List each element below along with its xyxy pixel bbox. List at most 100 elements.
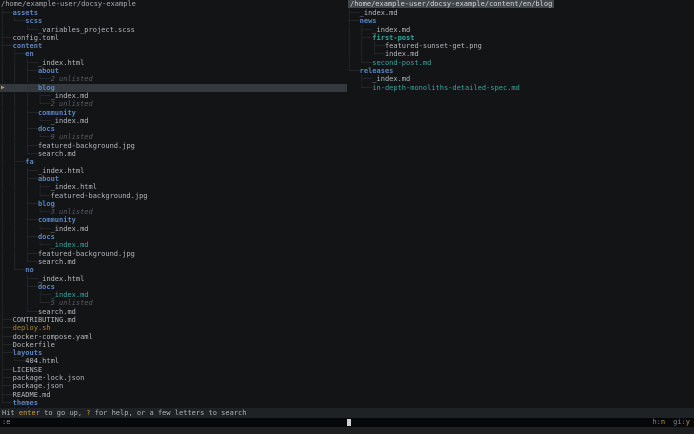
left-input-value: :e [2,418,10,426]
tree-branch-lines: │ │ ├── [0,125,38,133]
tree-row[interactable]: │ │ │ └──_index.md [0,241,347,249]
tree-branch-lines: │ │ │ ├── [0,92,51,100]
tree-row[interactable]: │ │ ├──blog [0,200,347,208]
tree-branch-lines: ├── [347,17,360,25]
tree-row[interactable]: │ │ ├──community [0,216,347,224]
right-panel: /home/example-user/docsy-example/content… [347,0,694,408]
file-name: deploy.sh [13,324,51,332]
tree-row[interactable]: │ │ └──index.md [347,50,694,58]
tree-row[interactable]: ├──README.md [0,391,347,399]
tree-branch-lines: │ ├── [0,283,38,291]
tree-row[interactable]: │ │ ├──_index.html [0,167,347,175]
tree-row[interactable]: ├──CONTRIBUTING.md [0,316,347,324]
tree-row[interactable]: │ │ │ └──2 unlisted [0,75,347,83]
tree-row[interactable]: │ └──404.html [0,357,347,365]
tree-row[interactable]: │ │ │ ├──_index.html [0,183,347,191]
tree-row[interactable]: │ ├──en [0,50,347,58]
tree-row[interactable]: ├──deploy.sh [0,324,347,332]
file-name: no [25,266,33,274]
tree-row[interactable]: │ ├──first-post [347,34,694,42]
unlisted-count: 2 unlisted [51,100,93,108]
file-name: _variables_project.scss [38,26,135,34]
tree-row[interactable]: ├──docker-compose.yaml [0,333,347,341]
file-name: featured-background.jpg [51,192,148,200]
tree-row-selected[interactable]: ▶│ │ ├──blog [0,84,347,92]
hint-suffix: for help, or a few letters to search [91,409,247,417]
file-name: _index.html [38,59,84,67]
tree-row[interactable]: │ ├──_index.html [0,275,347,283]
tree-row[interactable]: │ │ ├──featured-background.jpg [0,142,347,150]
tree-branch-lines: │ │ ├── [0,142,38,150]
selection-arrow-icon: ▶ [1,84,5,92]
tree-row[interactable]: │ │ ├──community [0,109,347,117]
file-name: CONTRIBUTING.md [13,316,76,324]
tree-row[interactable]: ├──LICENSE [0,366,347,374]
tree-row[interactable]: │ │ ├──about [0,175,347,183]
tree-row[interactable]: │ └──no [0,266,347,274]
tree-row[interactable]: │ │ │ └──_index.md [0,117,347,125]
tree-row[interactable]: ├──config.toml [0,34,347,42]
tree-branch-lines: │ └── [0,266,25,274]
tree-branch-lines: ├── [0,42,13,50]
tree-row[interactable]: │ └──second-post.md [347,59,694,67]
tree-row[interactable]: │ │ ├──_index.html [0,59,347,67]
gitignore-flag-label: gi: [673,418,686,426]
broot-window: /home/example-user/docsy-example ├──asse… [0,0,694,434]
tree-row[interactable]: │ └──scss [0,17,347,25]
tree-row[interactable]: │ ├──_index.md [347,26,694,34]
tree-branch-lines: │ │ ├── [0,233,38,241]
tree-row[interactable]: ├──news [347,17,694,25]
tree-row[interactable]: ├──content [0,42,347,50]
left-panel: /home/example-user/docsy-example ├──asse… [0,0,347,408]
tree-branch-lines: ├── [0,382,13,390]
tree-row[interactable]: ├──Dockerfile [0,341,347,349]
tree-branch-lines: │ │ ├── [0,291,51,299]
tree-row[interactable]: │ │ │ └──_index.md [0,225,347,233]
tree-branch-lines: ├── [0,366,13,374]
tree-branch-lines: │ │ ├── [0,84,38,92]
file-name: featured-background.jpg [38,142,135,150]
tree-row[interactable]: │ │ └──search.md [0,150,347,158]
tree-branch-lines: ├── [0,333,13,341]
file-name: 404.html [25,357,59,365]
tree-branch-lines: ├── [0,374,13,382]
tree-branch-lines: │ └── [0,308,38,316]
unlisted-count: 5 unlisted [51,299,93,307]
tree-row[interactable]: └──in-depth-monoliths-detailed-spec.md [347,84,694,92]
tree-branch-lines: │ │ │ └── [0,192,51,200]
tree-row[interactable]: │ │ ├──featured-background.jpg [0,250,347,258]
tree-row[interactable]: │ │ │ └──9 unlisted [0,133,347,141]
tree-row[interactable]: ├──assets [0,9,347,17]
tree-branch-lines: │ └── [0,357,25,365]
tree-branch-lines: ├── [0,391,13,399]
tree-row[interactable]: │ ├──fa [0,158,347,166]
tree-branch-lines: ├── [0,324,13,332]
file-name: package.json [13,382,64,390]
cursor-block [347,419,351,426]
tree-row[interactable]: ├──_index.md [347,75,694,83]
tree-row[interactable]: └──themes [0,399,347,407]
tree-branch-lines: │ │ └── [347,50,385,58]
hint-mid: to go up, [40,409,86,417]
tree-row[interactable]: ├──_index.md [347,9,694,17]
tree-branch-lines: │ │ ├── [0,109,38,117]
tree-row[interactable]: │ │ └──search.md [0,258,347,266]
tree-row[interactable]: │ │ └──5 unlisted [0,299,347,307]
tree-branch-lines: │ │ ├── [0,216,38,224]
left-panel-input[interactable]: :e [0,418,347,427]
file-name: search.md [38,150,76,158]
tree-row[interactable]: │ │ │ └──2 unlisted [0,100,347,108]
right-panel-input[interactable]: h:ngi:y [347,418,694,427]
file-name: _index.md [51,291,89,299]
file-name: _index.html [38,167,84,175]
tree-row[interactable]: │ ├──docs [0,283,347,291]
tree-branch-lines: ├── [0,341,13,349]
file-name: in-depth-monoliths-detailed-spec.md [372,84,520,92]
tree-row[interactable]: │ └──search.md [0,308,347,316]
tree-row[interactable]: ├──package.json [0,382,347,390]
tree-row[interactable]: │ │ │ └──featured-background.jpg [0,192,347,200]
right-panel-path: /home/example-user/docsy-example/content… [347,0,694,9]
tree-branch-lines: │ │ └── [0,299,51,307]
tree-row[interactable]: │ └──_variables_project.scss [0,26,347,34]
file-name: fa [25,158,33,166]
